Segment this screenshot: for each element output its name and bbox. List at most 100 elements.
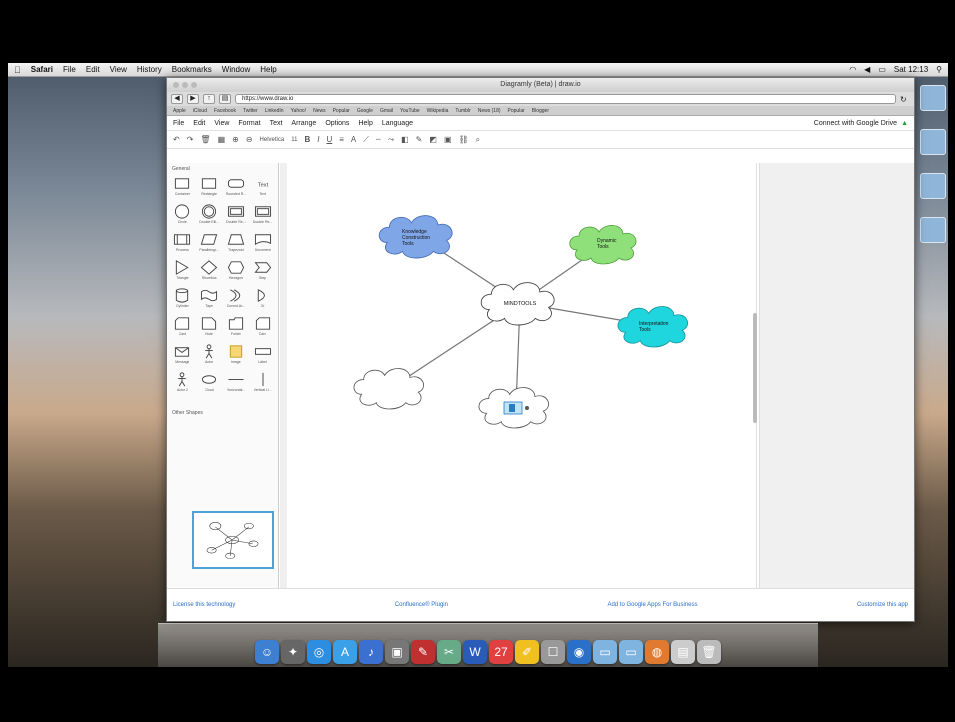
fill-color-icon[interactable]: ◧ — [401, 135, 409, 144]
waypoint-icon[interactable]: ⤳ — [388, 135, 394, 145]
bookmark-item[interactable]: Popular — [333, 108, 350, 114]
menubar-item-view[interactable]: View — [110, 65, 127, 74]
menu-view[interactable]: View — [214, 120, 229, 127]
shape-palette-item[interactable]: Tape — [197, 287, 222, 313]
font-size-select[interactable]: 11 — [291, 137, 297, 143]
node-blank[interactable] — [353, 367, 425, 410]
bookmark-item[interactable]: iCloud — [193, 108, 207, 114]
shape-palette-item[interactable]: Cylinder — [170, 287, 195, 313]
spotlight-icon[interactable]: ⚲ — [936, 65, 942, 74]
minimize-icon[interactable] — [182, 82, 188, 88]
menubar-item-edit[interactable]: Edit — [86, 65, 100, 74]
bookmark-item[interactable]: Gmail — [380, 108, 393, 114]
bookmark-item[interactable]: Blogger — [532, 108, 549, 114]
safari-icon[interactable]: ◎ — [307, 640, 331, 664]
menubar-item-file[interactable]: File — [63, 65, 76, 74]
shape-palette-item[interactable]: Step — [250, 259, 275, 285]
menubar-item-safari[interactable]: Safari — [31, 65, 53, 74]
redo-icon[interactable]: ↷ — [187, 135, 194, 144]
menubar-item-help[interactable]: Help — [260, 65, 276, 74]
word-icon[interactable]: W — [463, 640, 487, 664]
customize-link[interactable]: Customize this app — [857, 602, 908, 608]
general-section-title[interactable]: General — [167, 163, 278, 175]
menu-edit[interactable]: Edit — [193, 120, 205, 127]
shape-palette-item[interactable]: Actor — [197, 343, 222, 369]
connect-google-drive[interactable]: Connect with Google Drive ▲ — [814, 120, 908, 127]
shape-palette-item[interactable]: Folder — [224, 315, 249, 341]
itunes-icon[interactable]: ♪ — [359, 640, 383, 664]
line-color-icon[interactable]: ✎ — [416, 135, 423, 144]
mind-map-diagram[interactable]: Knowledge Construction Tools Dynamic Tools … — [287, 163, 757, 588]
back-button[interactable]: ◀ — [171, 94, 183, 104]
tools-icon[interactable]: ✂ — [437, 640, 461, 664]
shape-palette-item[interactable]: Parallelogr... — [197, 231, 222, 257]
desktop-file-icon[interactable] — [920, 217, 946, 243]
shape-palette-item[interactable]: Message — [170, 343, 195, 369]
menu-file[interactable]: File — [173, 120, 184, 127]
url-field[interactable]: https://www.draw.io — [235, 94, 896, 104]
shape-palette-item[interactable]: Triangle — [170, 259, 195, 285]
other-shapes-title[interactable]: Other Shapes — [167, 407, 278, 419]
diagram-page[interactable]: Knowledge Construction Tools Dynamic Tools … — [287, 163, 757, 588]
shape-palette-item[interactable]: Circle — [170, 203, 195, 229]
shape-palette-item[interactable]: Rectangle — [197, 175, 222, 201]
zoom-out-icon[interactable]: ⊖ — [246, 135, 253, 144]
shape-palette-item[interactable]: Card — [170, 315, 195, 341]
shape-palette-item[interactable]: Text Text — [250, 175, 275, 201]
docs-icon[interactable]: ▤ — [671, 640, 695, 664]
folder-icon[interactable]: ▭ — [593, 640, 617, 664]
bookmark-item[interactable]: YouTube — [400, 108, 420, 114]
bold-icon[interactable]: B — [304, 135, 310, 144]
shape-palette-item[interactable]: Rhombus — [197, 259, 222, 285]
trash-icon[interactable]: 🗑 — [697, 640, 721, 664]
web-icon[interactable]: ◍ — [645, 640, 669, 664]
shape-palette-item[interactable]: Hexagon — [224, 259, 249, 285]
zoom-in-icon[interactable]: ⊕ — [232, 135, 239, 144]
menu-format[interactable]: Format — [238, 120, 260, 127]
font-color-icon[interactable]: A — [351, 135, 356, 144]
shape-palette-item[interactable]: Document — [250, 231, 275, 257]
menu-options[interactable]: Options — [325, 120, 349, 127]
launchpad-icon[interactable]: ✦ — [281, 640, 305, 664]
shape-palette-item[interactable]: Double Elli... — [197, 203, 222, 229]
bookmark-item[interactable]: Apple — [173, 108, 186, 114]
menu-language[interactable]: Language — [382, 120, 413, 127]
license-link[interactable]: License this technology — [173, 602, 235, 608]
underline-icon[interactable]: U — [326, 135, 332, 144]
pdf-icon[interactable]: ✎ — [411, 640, 435, 664]
bookmark-item[interactable]: Wikipedia — [427, 108, 449, 114]
menu-help[interactable]: Help — [358, 120, 372, 127]
connector-icon[interactable]: ⟋ — [363, 135, 369, 145]
image-icon[interactable]: ▣ — [444, 135, 452, 144]
bookmarks-button[interactable]: ▤ — [219, 94, 231, 104]
bookmark-item[interactable]: LinkedIn — [265, 108, 284, 114]
menu-arrange[interactable]: Arrange — [291, 120, 316, 127]
bookmark-item[interactable]: Popular — [508, 108, 525, 114]
battery-icon[interactable]: ▭ — [878, 65, 886, 74]
bookmark-item[interactable]: News — [313, 108, 326, 114]
share-button[interactable]: ↑ — [203, 94, 215, 104]
apple-icon[interactable]:  — [14, 65, 21, 75]
confluence-link[interactable]: Confluence® Plugin — [395, 602, 448, 608]
menubar-item-bookmarks[interactable]: Bookmarks — [172, 65, 212, 74]
shape-palette-item[interactable]: Process — [170, 231, 195, 257]
grid-icon[interactable]: ▦ — [218, 135, 226, 144]
desktop-folder-icon[interactable] — [920, 173, 946, 199]
bookmark-item[interactable]: Yahoo! — [291, 108, 306, 114]
calendar-icon[interactable]: 27 — [489, 640, 513, 664]
browser-icon[interactable]: ◉ — [567, 640, 591, 664]
appstore-icon[interactable]: A — [333, 640, 357, 664]
shadow-icon[interactable]: ◩ — [429, 135, 437, 144]
menubar-item-window[interactable]: Window — [222, 65, 250, 74]
undo-icon[interactable]: ↶ — [173, 135, 180, 144]
italic-icon[interactable]: I — [317, 135, 319, 144]
google-apps-link[interactable]: Add to Google Apps For Business — [607, 602, 697, 608]
close-icon[interactable] — [173, 82, 179, 88]
shape-palette-item[interactable]: Image — [224, 343, 249, 369]
shape-palette-item[interactable]: Horizontal... — [224, 371, 249, 397]
bookmark-item[interactable]: Tumblr — [455, 108, 470, 114]
menu-text[interactable]: Text — [270, 120, 283, 127]
shape-palette-item[interactable]: Double Re... — [250, 203, 275, 229]
preview-icon[interactable]: ☐ — [541, 640, 565, 664]
bookmark-item[interactable]: Twitter — [243, 108, 258, 114]
